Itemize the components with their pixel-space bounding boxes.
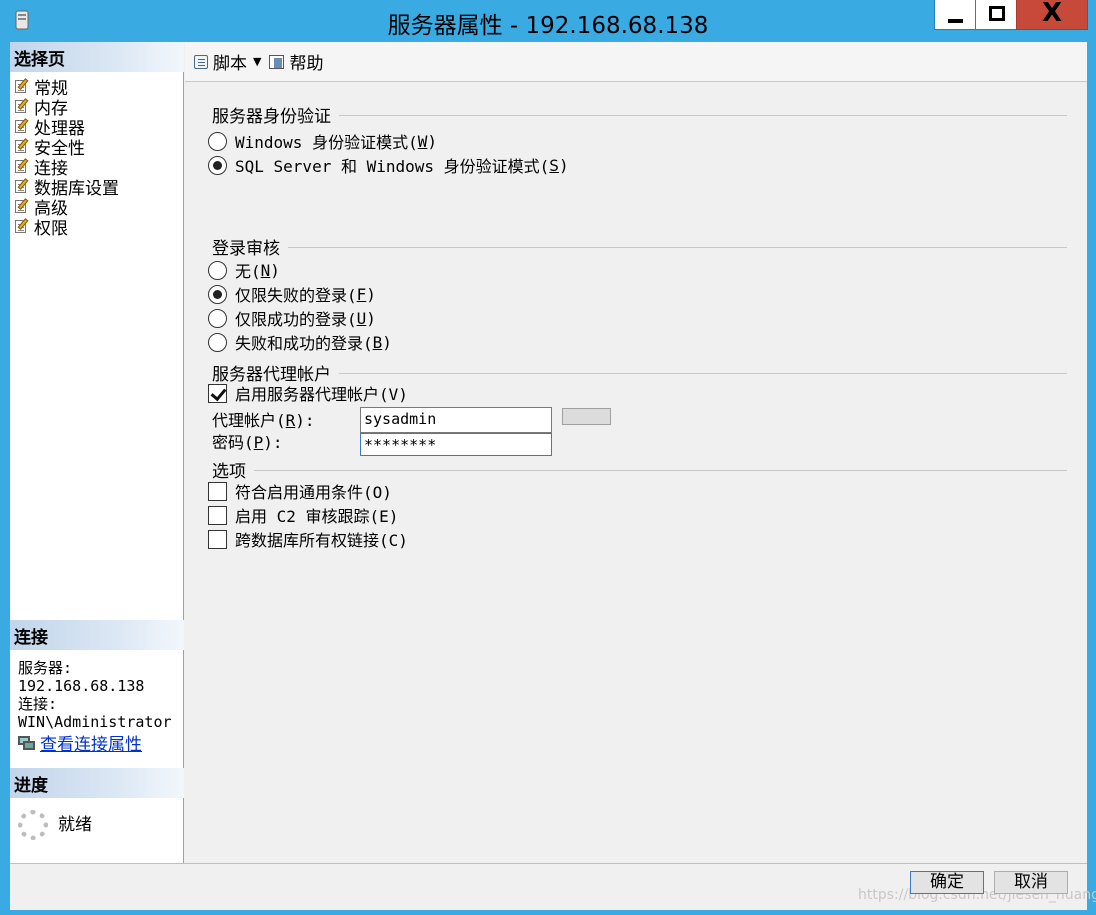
- group-title: 服务器身份验证: [212, 107, 331, 127]
- page-properties-icon: [14, 198, 30, 213]
- server-label: 服务器:: [18, 659, 73, 677]
- windows-auth-radio[interactable]: Windows 身份验证模式(W): [208, 130, 437, 152]
- window-title: 服务器属性 - 192.168.68.138: [387, 13, 709, 39]
- title-bar[interactable]: 服务器属性 - 192.168.68.138 X: [0, 0, 1096, 42]
- audit-none-radio[interactable]: 无(N): [208, 259, 280, 281]
- progress-header: 进度: [10, 768, 184, 798]
- toolbar: 脚本 ▼ 帮助: [185, 42, 1087, 82]
- audit-success-only-radio[interactable]: 仅限成功的登录(U): [208, 307, 376, 329]
- login-auditing-group: 登录审核: [212, 234, 1067, 259]
- radio-on-icon: [208, 155, 227, 175]
- script-label: 脚本: [213, 54, 247, 74]
- radio-off-icon: [208, 308, 227, 328]
- connection-label: 连接:: [18, 695, 58, 713]
- script-icon: [193, 54, 209, 70]
- close-button[interactable]: X: [1016, 0, 1088, 30]
- ok-button[interactable]: 确定: [910, 871, 984, 894]
- connection-properties-icon: [18, 735, 36, 750]
- audit-failed-only-radio[interactable]: 仅限失败的登录(F): [208, 283, 376, 305]
- mixed-auth-radio[interactable]: SQL Server 和 Windows 身份验证模式(S): [208, 154, 569, 176]
- minimize-icon: [948, 19, 963, 23]
- minimize-button[interactable]: [934, 0, 976, 30]
- page-properties-icon: [14, 138, 30, 153]
- cross-db-chaining-checkbox[interactable]: 跨数据库所有权链接(C): [208, 528, 408, 550]
- checkbox-unchecked-icon: [208, 481, 227, 501]
- spinner-icon: [18, 810, 48, 840]
- progress-status: 就绪: [18, 804, 92, 840]
- c2-audit-checkbox[interactable]: 启用 C2 审核跟踪(E): [208, 504, 398, 526]
- password-input[interactable]: ********: [360, 433, 552, 456]
- help-icon: [269, 54, 285, 70]
- page-properties-icon: [14, 78, 30, 93]
- proxy-account-label: 代理帐户(R):: [212, 411, 315, 430]
- page-properties-icon: [14, 98, 30, 113]
- page-properties-icon: [14, 118, 30, 133]
- connection-header: 连接: [10, 620, 184, 650]
- page-item-label: 权限: [34, 218, 68, 239]
- checkbox-checked-icon: [208, 383, 227, 403]
- page-properties-icon: [14, 158, 30, 173]
- dialog-client-area: 选择页 常规 内存 处理器 安全性 连接 数据库设置 高级 权限 连接 服务器:…: [10, 42, 1096, 910]
- password-label: 密码(P):: [212, 433, 283, 452]
- checkbox-unchecked-icon: [208, 529, 227, 549]
- radio-off-icon: [208, 131, 227, 151]
- page-properties-icon: [14, 218, 30, 233]
- maximize-icon: [989, 6, 1005, 21]
- radio-off-icon: [208, 332, 227, 352]
- connection-info: 服务器: 192.168.68.138 连接: WIN\Administrato…: [18, 659, 182, 731]
- view-connection-properties-label: 查看连接属性: [40, 735, 142, 755]
- checkbox-unchecked-icon: [208, 505, 227, 525]
- page-list: 常规 内存 处理器 安全性 连接 数据库设置 高级 权限: [14, 76, 119, 239]
- progress-status-label: 就绪: [58, 814, 92, 835]
- view-connection-properties-link[interactable]: 查看连接属性: [18, 730, 142, 755]
- browse-account-button[interactable]: [562, 408, 611, 425]
- help-button[interactable]: 帮助: [269, 49, 323, 74]
- audit-both-radio[interactable]: 失败和成功的登录(B): [208, 331, 392, 353]
- enable-proxy-checkbox[interactable]: 启用服务器代理帐户(V): [208, 382, 408, 404]
- close-icon: X: [1041, 0, 1063, 28]
- server-value: 192.168.68.138: [18, 677, 145, 695]
- proxy-account-input[interactable]: sysadmin: [360, 407, 552, 433]
- server-authentication-group: 服务器身份验证: [212, 102, 1067, 127]
- select-page-header: 选择页: [10, 42, 184, 72]
- script-button[interactable]: 脚本 ▼: [193, 49, 261, 74]
- radio-on-icon: [208, 284, 227, 304]
- maximize-button[interactable]: [975, 0, 1017, 30]
- radio-off-icon: [208, 260, 227, 280]
- help-label: 帮助: [289, 54, 324, 74]
- connection-value: WIN\Administrator: [18, 713, 172, 731]
- left-pane: 选择页 常规 内存 处理器 安全性 连接 数据库设置 高级 权限 连接 服务器:…: [10, 42, 184, 863]
- security-page: 服务器身份验证 Windows 身份验证模式(W) SQL Server 和 W…: [185, 83, 1087, 863]
- dropdown-arrow-icon: ▼: [253, 55, 262, 68]
- cancel-button[interactable]: 取消: [994, 871, 1068, 894]
- group-title: 登录审核: [212, 239, 280, 259]
- page-item-permissions[interactable]: 权限: [14, 216, 119, 239]
- page-properties-icon: [14, 178, 30, 193]
- common-criteria-checkbox[interactable]: 符合启用通用条件(O): [208, 480, 392, 502]
